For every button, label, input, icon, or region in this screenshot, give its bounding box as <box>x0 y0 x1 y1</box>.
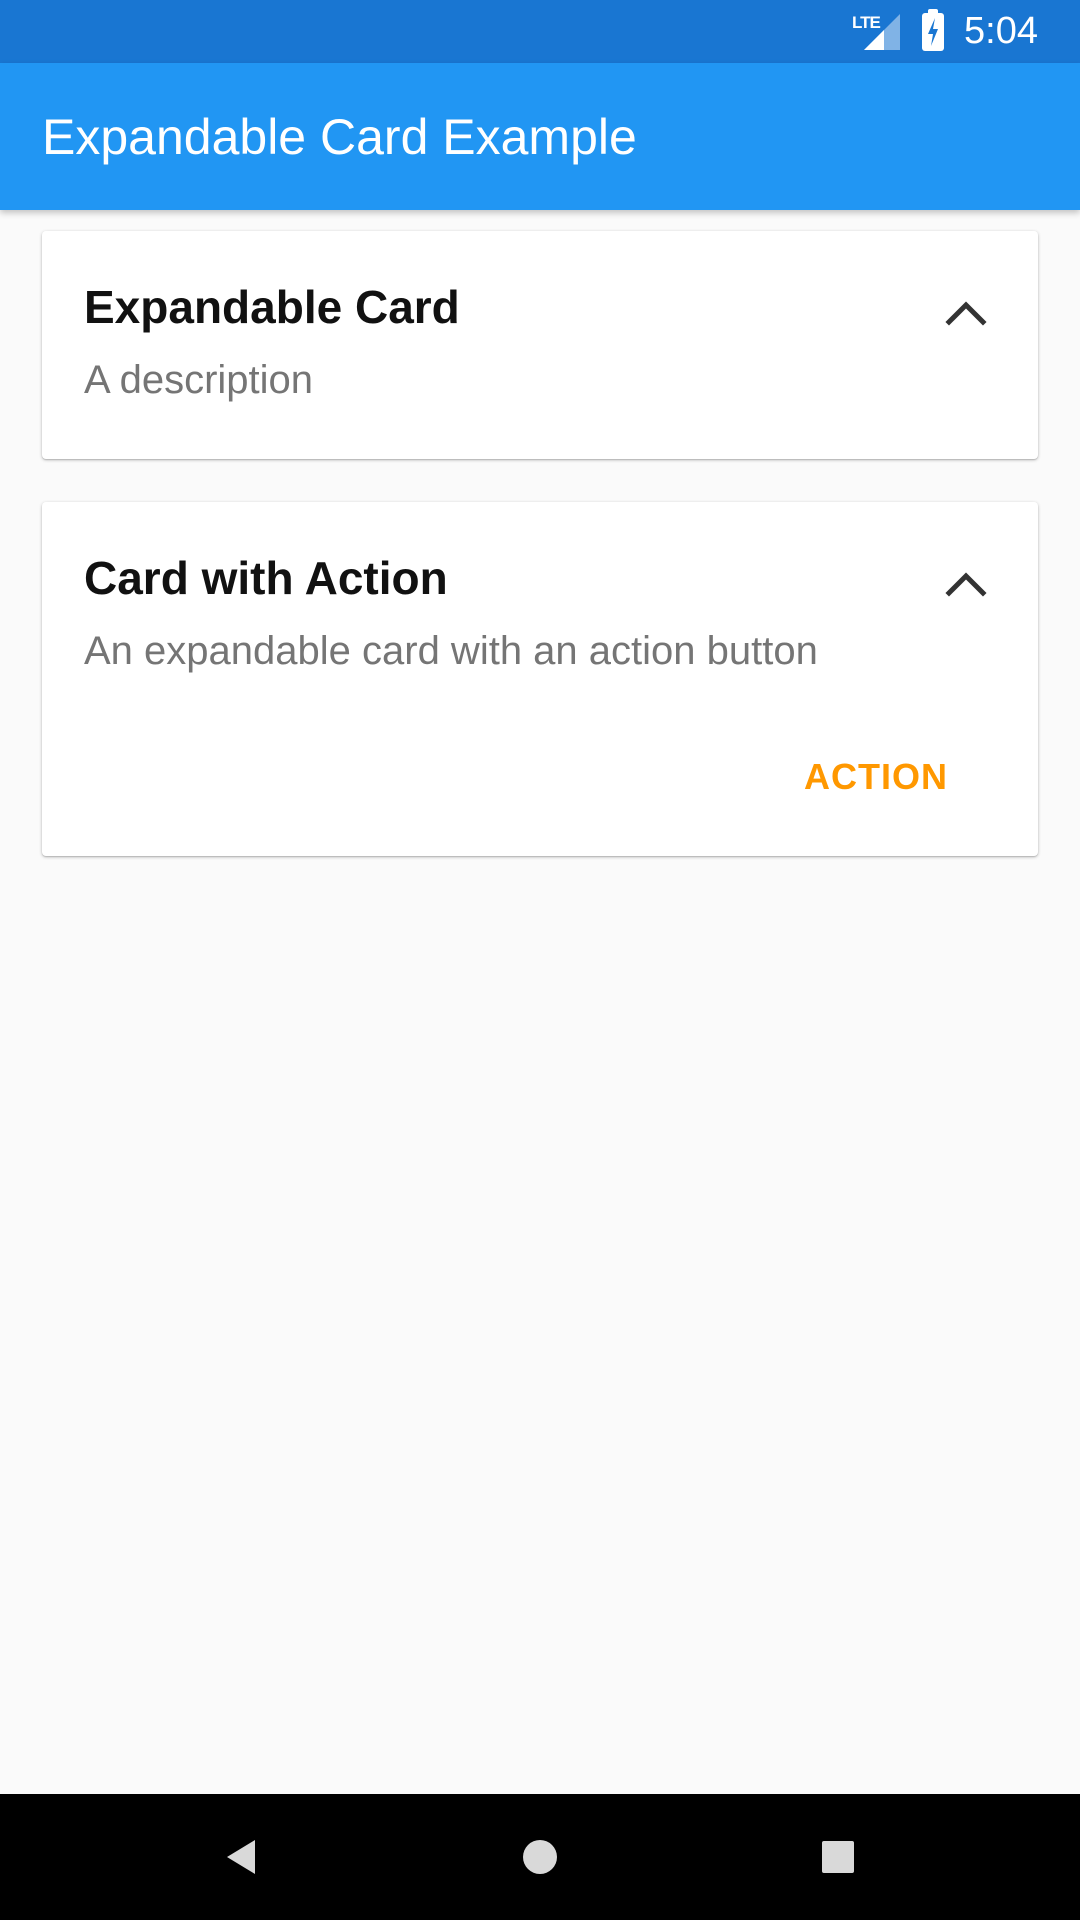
chevron-up-icon[interactable] <box>944 564 988 600</box>
lte-signal-icon: LTE <box>852 12 902 52</box>
card-title: Expandable Card <box>84 281 460 333</box>
navigation-bar <box>0 1794 1080 1920</box>
card-description: A description <box>84 357 314 402</box>
status-time: 5:04 <box>964 10 1038 52</box>
app-screen: LTE 5:04 Expandable Card Example Expanda… <box>0 0 1080 1920</box>
card-with-action[interactable]: Card with Action An expandable card with… <box>42 502 1038 856</box>
card-header[interactable]: Card with Action An expandable card with… <box>42 502 1038 675</box>
status-icons: LTE 5:04 <box>852 8 1038 53</box>
card-description: An expandable card with an action button <box>84 628 818 673</box>
card-actions: ACTION <box>804 756 948 798</box>
expandable-card[interactable]: Expandable Card A description <box>42 231 1038 459</box>
home-icon[interactable] <box>515 1832 565 1882</box>
card-header[interactable]: Expandable Card A description <box>42 231 1038 404</box>
battery-charging-icon <box>922 8 945 51</box>
app-title: Expandable Card Example <box>42 108 637 165</box>
app-bar: Expandable Card Example <box>0 63 1080 210</box>
status-bar: LTE 5:04 <box>0 0 1080 63</box>
card-title: Card with Action <box>84 552 448 604</box>
chevron-up-icon[interactable] <box>944 293 988 329</box>
back-icon[interactable] <box>216 1832 266 1882</box>
recents-icon[interactable] <box>813 1832 863 1882</box>
action-button[interactable]: ACTION <box>804 756 948 798</box>
